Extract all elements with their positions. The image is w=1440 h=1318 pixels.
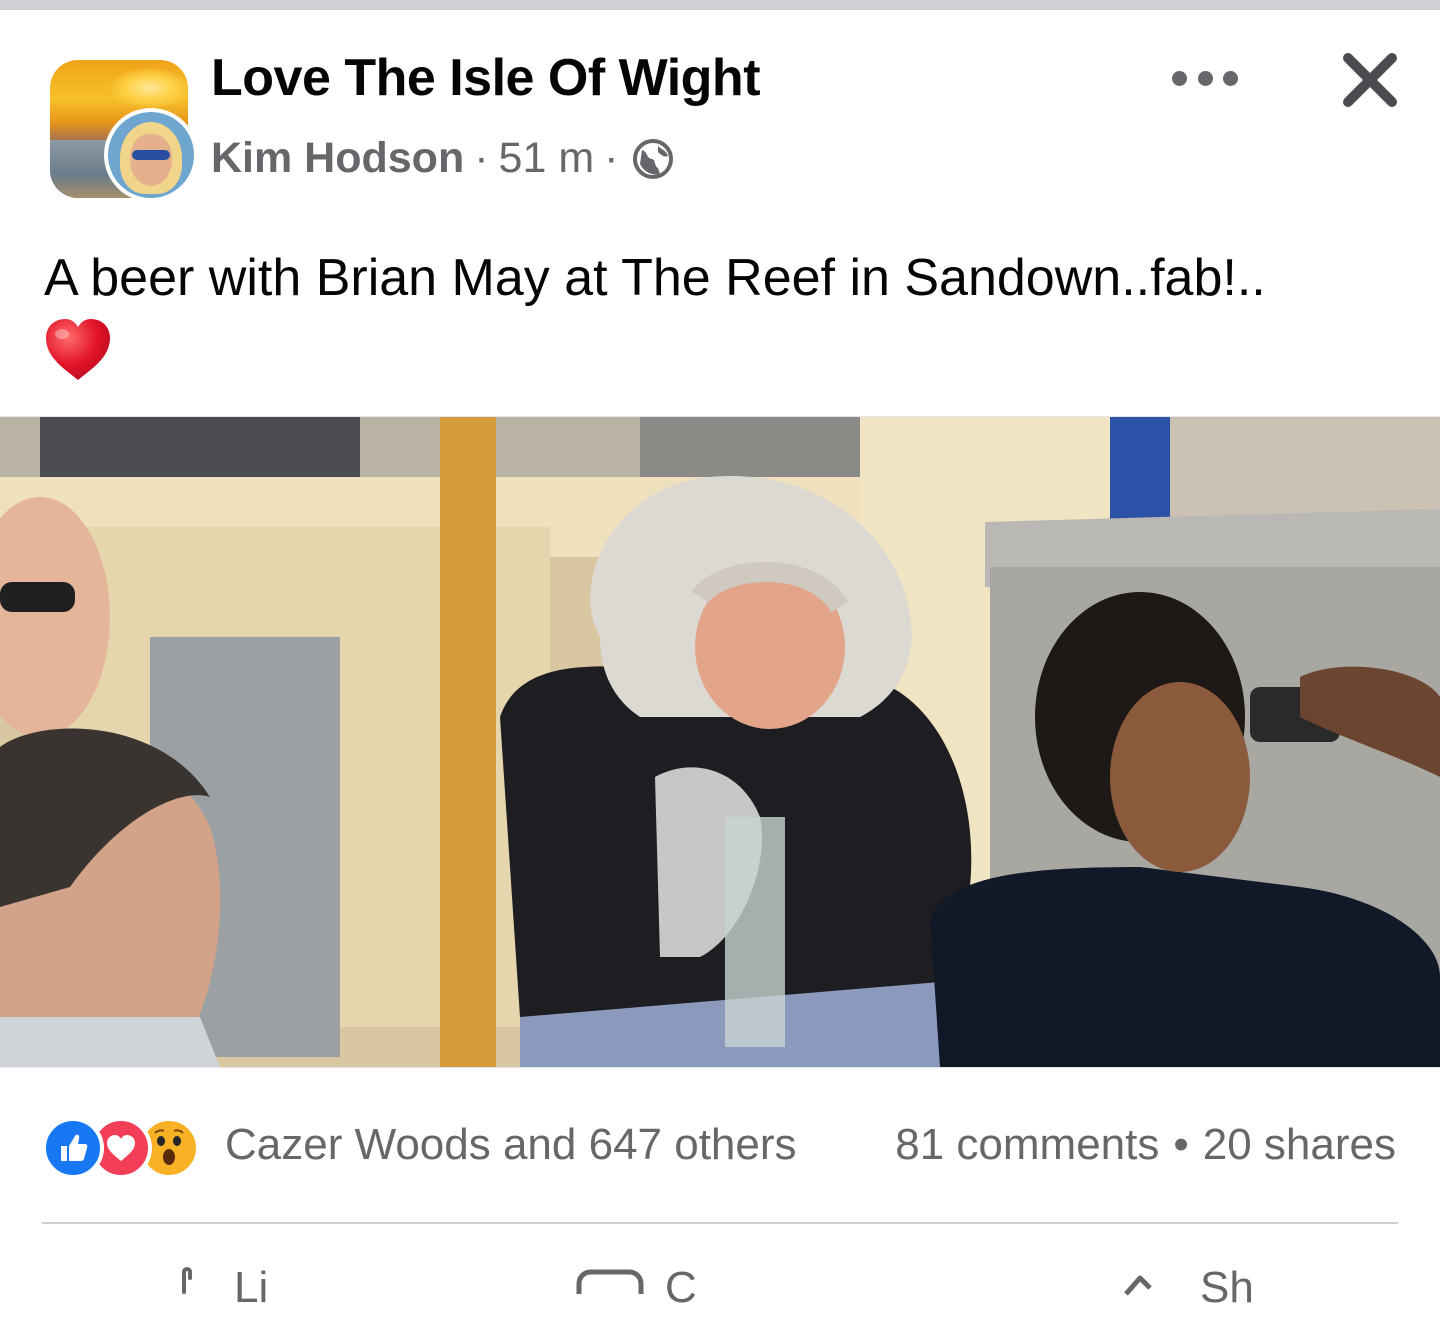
post-header xyxy=(0,10,1440,215)
globe-icon[interactable] xyxy=(632,138,674,180)
comment-icon xyxy=(576,1269,644,1294)
avatar-sun xyxy=(110,68,188,108)
more-dot xyxy=(1223,70,1238,86)
post-meta: Kim Hodson · 51 m · xyxy=(211,134,674,183)
action-bar: Li C Sh xyxy=(0,1250,1440,1312)
avatar-face xyxy=(130,134,172,186)
more-horizontal-icon[interactable] xyxy=(1172,56,1238,100)
counts-separator: • xyxy=(1173,1120,1189,1169)
more-dot xyxy=(1172,70,1187,86)
comments-count[interactable]: 81 comments xyxy=(895,1120,1159,1169)
avatar-sunglasses xyxy=(132,150,170,160)
share-label: Sh xyxy=(1200,1263,1254,1312)
author-name[interactable]: Kim Hodson xyxy=(211,134,464,183)
more-dot xyxy=(1197,70,1213,86)
like-label: Li xyxy=(234,1263,269,1312)
post-time[interactable]: 51 m xyxy=(499,134,595,183)
reaction-summary[interactable]: Cazer Woods and 647 others xyxy=(225,1120,797,1170)
comment-button[interactable]: C xyxy=(575,1250,697,1312)
photo-illustration xyxy=(0,417,1440,1067)
heart-emoji xyxy=(46,319,110,380)
meta-separator: · xyxy=(474,134,489,182)
author-avatar[interactable] xyxy=(104,108,198,202)
share-icon xyxy=(1124,1275,1152,1296)
divider xyxy=(42,1222,1398,1224)
share-button[interactable]: Sh xyxy=(1120,1250,1254,1312)
engagement-counts: 81 comments • 20 shares xyxy=(895,1120,1396,1170)
reaction-icons[interactable] xyxy=(42,1115,200,1181)
comment-label: C xyxy=(665,1263,697,1312)
like-button[interactable]: Li xyxy=(170,1250,268,1312)
like-icon xyxy=(42,1117,104,1179)
top-strip xyxy=(0,0,1440,10)
meta-separator: · xyxy=(604,134,619,182)
thumbs-up-icon xyxy=(182,1267,192,1294)
post-text: A beer with Brian May at The Reef in San… xyxy=(44,249,1266,307)
close-icon[interactable] xyxy=(1336,46,1404,114)
post-photo[interactable] xyxy=(0,416,1440,1068)
group-name[interactable]: Love The Isle Of Wight xyxy=(211,48,761,108)
shares-count[interactable]: 20 shares xyxy=(1203,1120,1396,1169)
